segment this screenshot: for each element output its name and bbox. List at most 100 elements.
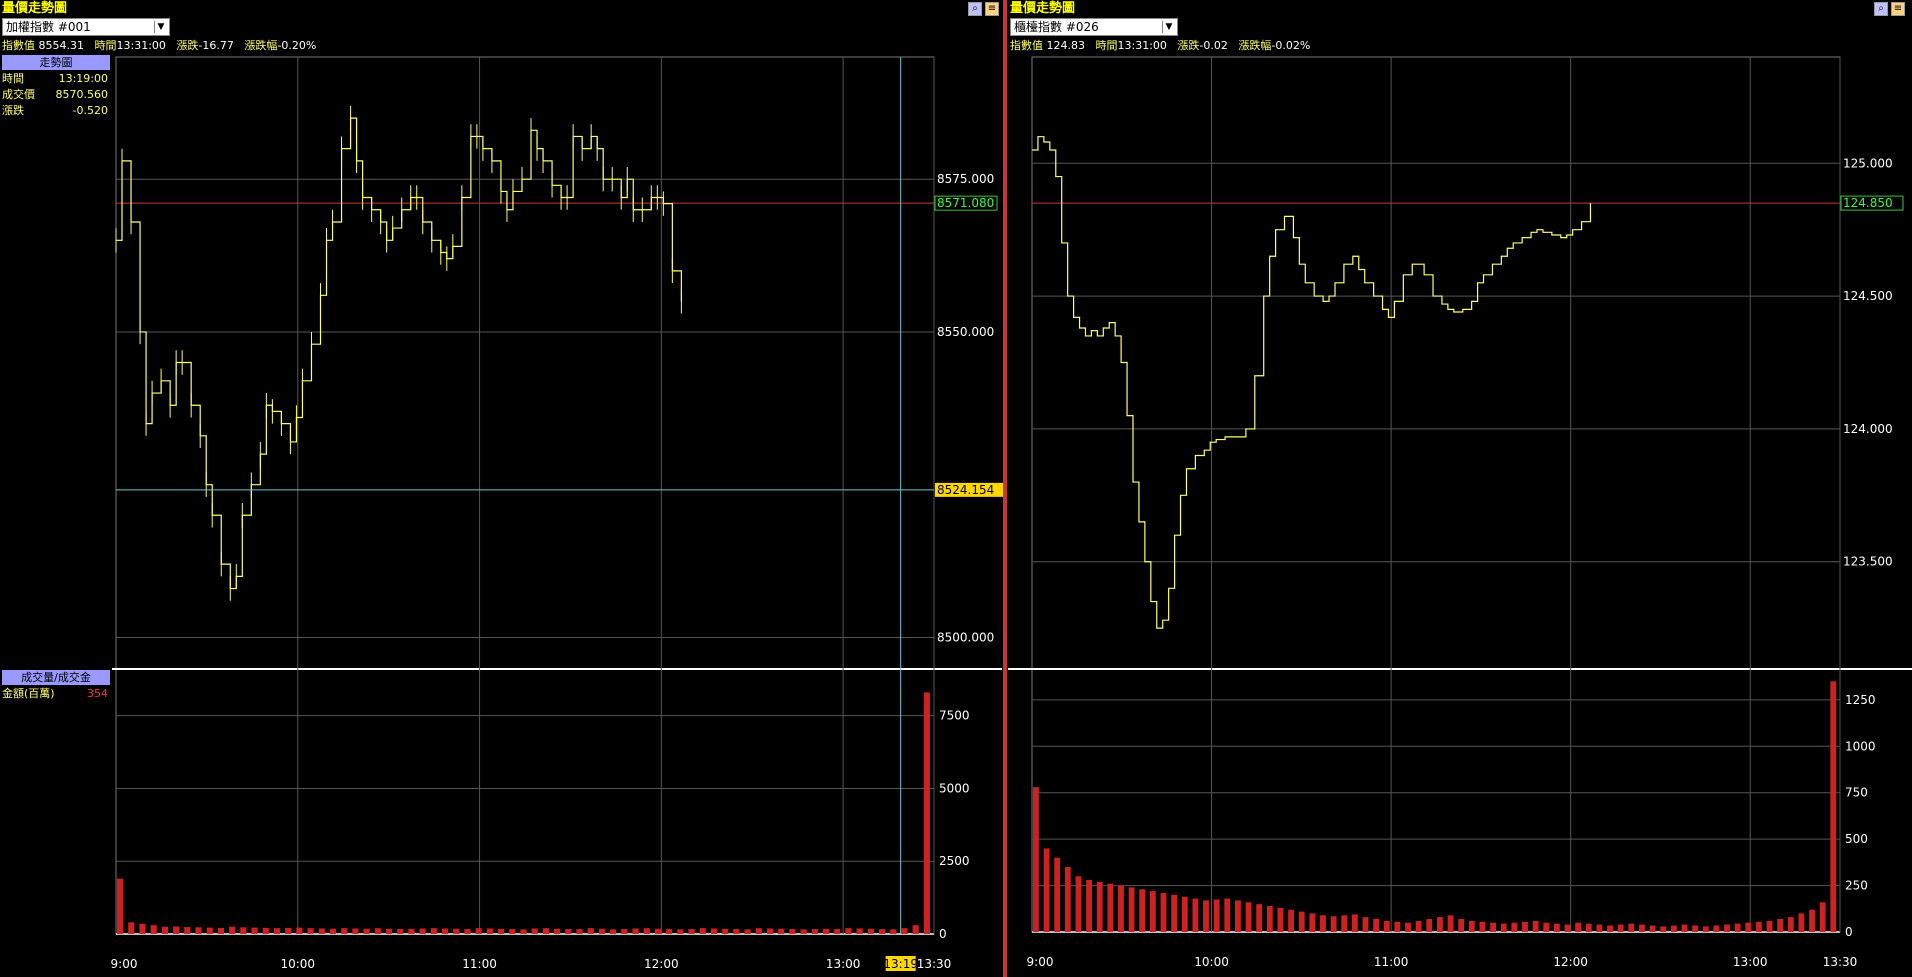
volume-bar	[890, 929, 897, 934]
volume-bar	[150, 925, 157, 934]
volume-bar	[1192, 898, 1199, 932]
volume-bar	[1405, 922, 1411, 932]
volume-bar	[1075, 876, 1082, 932]
x-tick-label: 13:30	[1823, 955, 1858, 969]
volume-bar	[1064, 867, 1071, 932]
volume-bar	[1639, 924, 1645, 932]
volume-bar	[587, 928, 594, 934]
volume-bar	[1479, 921, 1486, 932]
x-tick-label: 11:00	[1374, 955, 1409, 969]
volume-bar	[699, 928, 706, 934]
volume-bar	[206, 927, 213, 934]
volume-bar	[1458, 919, 1465, 932]
volume-bar	[643, 928, 650, 934]
y-tick-label: 125.000	[1843, 156, 1893, 170]
cursor-label: 8524.154	[937, 483, 994, 497]
volume-bar	[822, 928, 830, 934]
volume-bar	[856, 928, 863, 934]
volume-y-tick-label: 0	[939, 927, 947, 941]
volume-bar	[1394, 921, 1401, 932]
volume-y-tick-label: 250	[1845, 879, 1868, 893]
volume-bar	[441, 928, 449, 934]
volume-bar	[1373, 919, 1380, 932]
x-tick-label: 13:00	[1733, 955, 1768, 969]
volume-bar	[497, 928, 505, 934]
volume-bar	[1490, 922, 1497, 932]
volume-y-tick-label: 0	[1845, 925, 1853, 939]
volume-bar	[1203, 900, 1209, 932]
volume-bar	[1256, 904, 1263, 932]
volume-bar	[1139, 889, 1146, 932]
volume-bar	[722, 928, 729, 934]
volume-bar	[262, 927, 269, 934]
volume-bar	[1649, 925, 1656, 932]
volume-bar	[1426, 919, 1433, 932]
volume-bar	[1245, 902, 1252, 932]
volume-bar	[1596, 924, 1603, 932]
volume-bar	[621, 929, 628, 934]
volume-bar	[229, 926, 236, 934]
volume-bar	[542, 928, 549, 934]
volume-bar	[912, 925, 919, 934]
volume-bar	[1543, 922, 1550, 932]
volume-bar	[610, 929, 617, 934]
volume-bar	[1734, 923, 1741, 932]
y-tick-label: 8500.000	[937, 630, 994, 644]
volume-bar	[1298, 911, 1305, 932]
plot-frame	[1031, 56, 1841, 933]
volume-bar	[923, 692, 930, 934]
volume-bar	[755, 928, 762, 934]
volume-bar	[1532, 920, 1539, 932]
volume-bar	[845, 928, 852, 934]
y-tick-label: 8575.000	[937, 172, 994, 186]
volume-bar	[1118, 885, 1124, 932]
y-tick-label: 8550.000	[937, 325, 994, 339]
volume-bar	[1107, 883, 1114, 932]
price-line	[116, 117, 682, 590]
volume-bar	[1086, 880, 1093, 932]
volume-bar	[385, 928, 393, 934]
volume-bar	[184, 927, 191, 934]
volume-bar	[1607, 925, 1613, 932]
left-panel: 量價走勢圖 ⌕ ≡ 加權指數 #001 ▼ 指數值 8554.31 時間13:3…	[0, 0, 1004, 977]
volume-bar	[576, 929, 583, 934]
volume-bar	[1522, 921, 1528, 932]
volume-bar	[285, 927, 292, 934]
volume-y-tick-label: 1000	[1845, 739, 1876, 753]
x-tick-label: 10:00	[1194, 955, 1229, 969]
volume-bar	[1724, 924, 1730, 932]
x-tick-label: 13:00	[826, 957, 861, 971]
x-tick-label: 12:00	[1553, 955, 1588, 969]
volume-bar	[565, 929, 572, 934]
volume-bar	[1043, 848, 1050, 932]
volume-bar	[766, 928, 774, 934]
volume-bar	[1096, 881, 1103, 932]
volume-y-tick-label: 5000	[939, 781, 970, 795]
y-tick-label: 123.500	[1843, 555, 1893, 569]
plot-frame	[115, 56, 935, 935]
volume-bar	[1149, 891, 1156, 932]
volume-bar	[173, 926, 180, 934]
volume-bar	[1787, 917, 1794, 932]
volume-bar	[800, 929, 807, 934]
volume-bar	[811, 929, 818, 934]
volume-bar	[632, 928, 639, 934]
volume-bar	[1745, 922, 1752, 932]
volume-bar	[1511, 922, 1518, 932]
volume-bar	[1235, 900, 1241, 932]
x-tick-label: 13:30	[917, 957, 952, 971]
volume-y-tick-label: 500	[1845, 832, 1868, 846]
right-panel: 量價走勢圖 ⌕ ≡ 櫃檯指數 #026 ▼ 指數值 124.83 時間13:31…	[1008, 0, 1912, 977]
cursor-time-label: 13:19	[883, 957, 918, 971]
volume-bar	[1766, 920, 1773, 932]
volume-bar	[1500, 923, 1507, 932]
volume-y-tick-label: 2500	[939, 854, 970, 868]
volume-bar	[1468, 920, 1475, 932]
panel-divider	[1003, 0, 1007, 977]
x-tick-label: 9:00	[1027, 955, 1054, 969]
volume-bar	[1266, 906, 1273, 932]
volume-bar	[128, 922, 135, 934]
volume-bar	[329, 928, 337, 934]
volume-y-tick-label: 7500	[939, 709, 970, 723]
volume-bar	[217, 927, 225, 934]
